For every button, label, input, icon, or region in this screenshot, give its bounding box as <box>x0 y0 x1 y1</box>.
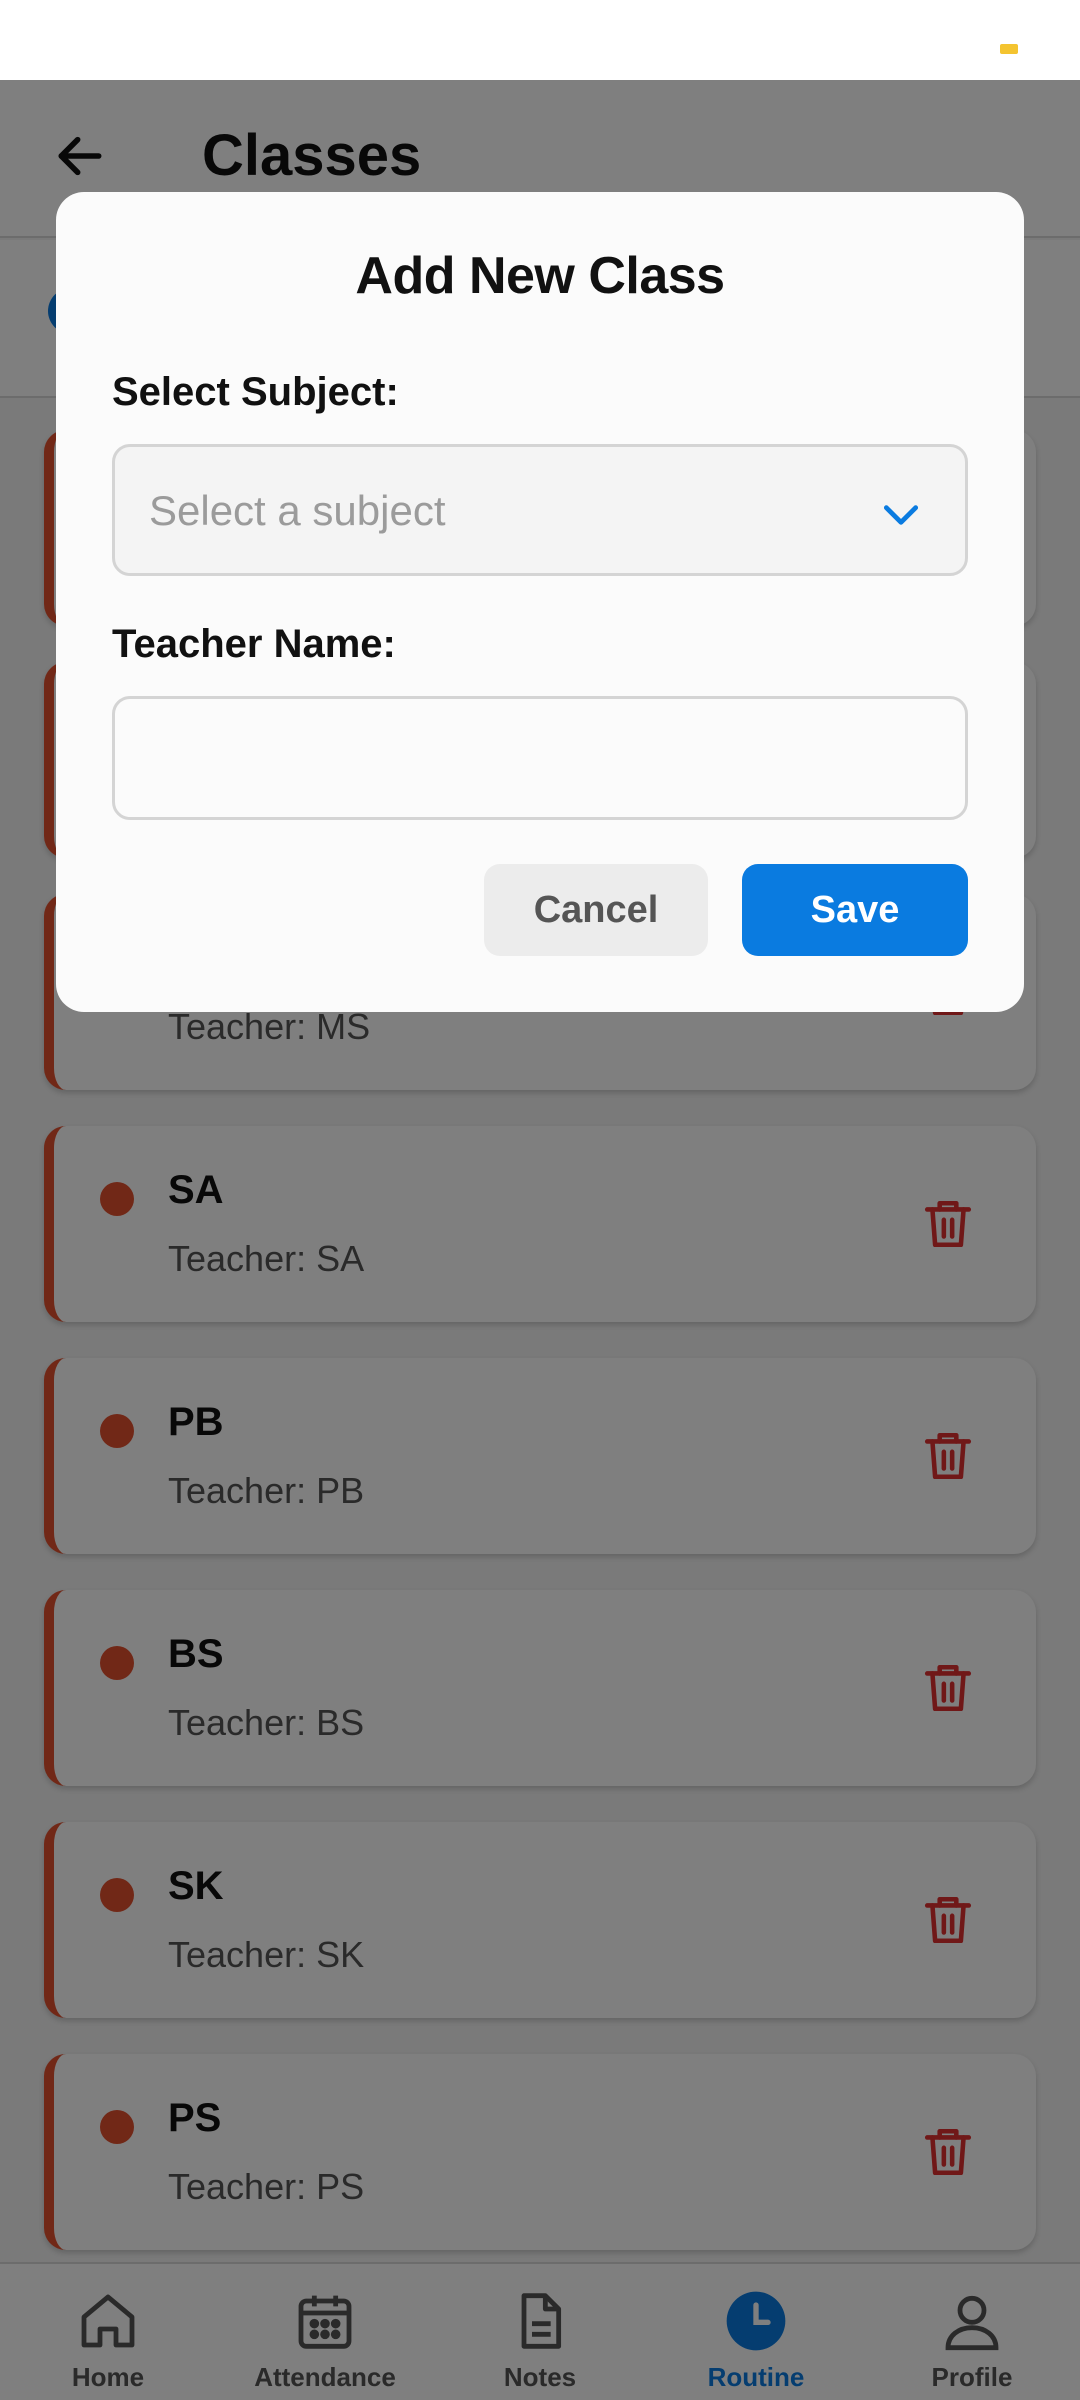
subject-placeholder: Select a subject <box>149 487 446 534</box>
dialog-title: Add New Class <box>355 247 725 305</box>
teacher-name-input[interactable] <box>112 696 968 820</box>
battery-indicator-icon <box>1000 44 1018 54</box>
chevron-down-icon <box>879 493 923 537</box>
subject-label: Select Subject: <box>112 370 399 414</box>
save-button[interactable]: Save <box>742 864 968 956</box>
teacher-label: Teacher Name: <box>112 622 396 666</box>
status-bar <box>0 0 1080 80</box>
subject-select[interactable]: Select a subject <box>112 444 968 576</box>
cancel-button[interactable]: Cancel <box>484 864 708 956</box>
add-class-dialog: Add New Class Select Subject: Select a s… <box>56 192 1024 1012</box>
